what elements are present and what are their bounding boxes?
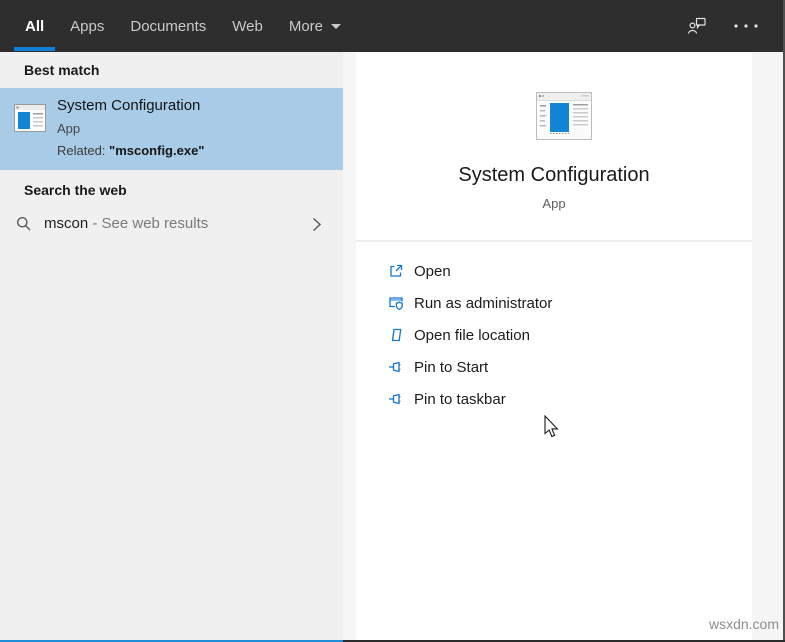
- best-match-result[interactable]: System Configuration App Related: "mscon…: [0, 88, 343, 170]
- chevron-down-icon: [331, 23, 342, 29]
- tab-documents[interactable]: Documents: [117, 0, 219, 52]
- tab-web[interactable]: Web: [219, 0, 276, 52]
- tab-all-label: All: [25, 17, 45, 35]
- tab-all[interactable]: All: [12, 0, 57, 52]
- run-as-admin-icon: [388, 295, 404, 311]
- best-match-header: Best match: [24, 62, 100, 78]
- pin-icon: [388, 391, 404, 407]
- open-file-location-icon: [388, 327, 404, 343]
- left-panel-scrollbar-track[interactable]: [343, 52, 356, 640]
- open-icon: [388, 263, 404, 279]
- search-web-header: Search the web: [24, 182, 127, 198]
- pin-icon: [388, 359, 404, 375]
- web-query: mscon: [44, 215, 89, 232]
- action-pin-to-taskbar[interactable]: Pin to taskbar: [356, 383, 752, 415]
- action-pin-to-start[interactable]: Pin to Start: [356, 351, 752, 383]
- msconfig-app-icon: [536, 92, 592, 140]
- action-label: Run as administrator: [414, 294, 553, 312]
- search-results-panel: Best match System Configuration App Rela…: [0, 52, 343, 640]
- tab-web-label: Web: [232, 17, 263, 35]
- best-match-type: App: [57, 121, 81, 136]
- tab-more-label: More: [288, 17, 324, 35]
- tab-more[interactable]: More: [276, 0, 354, 52]
- related-value: "msconfig.exe": [109, 143, 205, 158]
- tab-apps-label: Apps: [70, 17, 105, 35]
- action-open[interactable]: Open: [356, 255, 752, 287]
- related-prefix: Related:: [57, 143, 110, 158]
- action-label: Pin to taskbar: [414, 390, 506, 408]
- mouse-cursor: [544, 415, 560, 439]
- watermark: wsxdn.com: [708, 616, 779, 632]
- ellipsis-icon[interactable]: [733, 23, 759, 29]
- web-search-result[interactable]: mscon - See web results: [0, 205, 343, 243]
- divider: [356, 240, 783, 242]
- action-run-as-administrator[interactable]: Run as administrator: [356, 287, 752, 319]
- tab-documents-label: Documents: [130, 17, 207, 35]
- action-label: Open file location: [414, 326, 530, 344]
- action-label: Pin to Start: [414, 358, 489, 376]
- preview-panel: System Configuration App Open Run as adm…: [356, 52, 752, 640]
- right-panel-scrollbar-track[interactable]: [752, 52, 783, 640]
- search-icon: [16, 216, 32, 232]
- search-filter-bar: All Apps Documents Web More: [0, 0, 785, 52]
- best-match-title: System Configuration: [57, 97, 201, 114]
- feedback-icon[interactable]: [687, 17, 707, 36]
- chevron-right-icon[interactable]: [312, 217, 322, 232]
- preview-title: System Configuration: [458, 164, 650, 186]
- web-search-text: mscon - See web results: [44, 215, 208, 232]
- action-open-file-location[interactable]: Open file location: [356, 319, 752, 351]
- msconfig-app-icon: [14, 102, 46, 134]
- preview-subtitle: App: [542, 196, 566, 211]
- tab-apps[interactable]: Apps: [57, 0, 117, 52]
- action-label: Open: [414, 262, 451, 280]
- best-match-related: Related: "msconfig.exe": [57, 143, 204, 158]
- web-suffix: - See web results: [88, 215, 209, 232]
